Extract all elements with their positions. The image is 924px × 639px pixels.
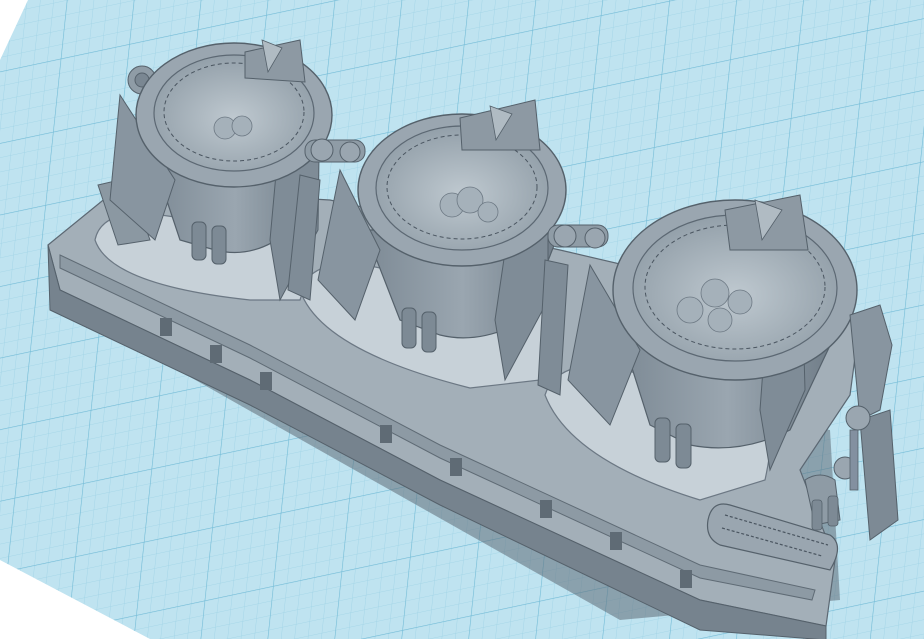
3d-viewport[interactable] (0, 0, 924, 639)
workplane-scene[interactable] (0, 0, 924, 639)
